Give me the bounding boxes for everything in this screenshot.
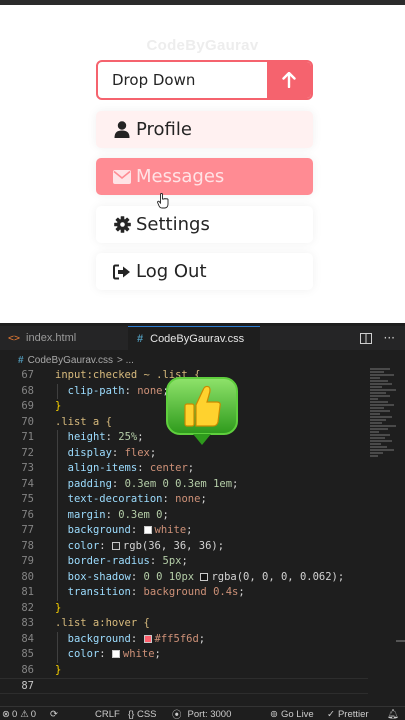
check-double-icon: ✓ [327,708,335,720]
watermark: CodeByGaurav [146,37,259,54]
code-line: 72 display: flex; [0,445,368,461]
broadcast-icon: ⊚ [270,708,278,720]
css-file-icon: # [137,332,144,345]
color-swatch[interactable] [111,541,120,550]
arrow-up-icon [282,72,296,88]
language-mode[interactable]: {} CSS [128,707,157,720]
thumbs-up-icon [166,377,238,445]
user-icon [113,121,131,139]
dropdown-arrow-button[interactable] [267,62,311,98]
tab-codebygaurav-css[interactable]: # CodeByGaurav.css [128,326,260,350]
problems-indicator[interactable]: ⊗ 0 ⚠ 0 [2,707,36,720]
warning-icon: ⚠ [20,708,29,720]
code-line-current: 87 [0,678,368,694]
eol-indicator[interactable]: CRLF [95,707,120,720]
code-line: 79 border-radius: 5px; [0,554,368,570]
port-indicator[interactable]: ⦿ Port: 3000 [172,707,231,720]
tab-actions: ··· [359,326,395,350]
split-editor-icon[interactable] [359,332,372,344]
code-line: 80 box-shadow: 0 0 10px rgba(0, 0, 0, 0.… [0,569,368,585]
menu-item-logout[interactable]: Log Out [96,253,313,290]
code-line: 74 padding: 0.3em 0 0.3em 1em; [0,476,368,492]
breadcrumb: # CodeByGaurav.css > ... [0,352,405,369]
error-icon: ⊗ [2,708,10,720]
tab-index-html[interactable]: <> index.html [0,326,128,350]
menu-item-messages[interactable]: Messages [96,158,313,195]
code-line: 82} [21,601,62,614]
dropdown-label: Drop Down [112,71,196,89]
color-swatch[interactable] [143,634,152,643]
hand-cursor-icon [157,193,169,209]
editor-scrollbar[interactable] [396,640,405,642]
code-line: 77 background: white; [0,523,368,539]
menu-item-settings[interactable]: Settings [96,206,313,243]
code-line: 86} [21,663,62,676]
css-file-icon: # [18,355,24,366]
go-live-button[interactable]: ⊚ Go Live [270,707,314,720]
menu-item-label: Settings [136,214,210,235]
notifications-icon[interactable]: 🔔︎ [387,707,399,720]
code-line: 84 background: #ff5f6d; [0,631,368,647]
tab-label: index.html [26,332,77,344]
prettier-indicator[interactable]: ✓ Prettier [327,707,369,720]
color-swatch[interactable] [200,572,209,581]
code-line: 76 margin: 0.3em 0; [0,507,368,523]
code-line: 85 color: white; [0,647,368,663]
menu-item-label: Log Out [136,261,207,282]
dropdown-toggle[interactable]: Drop Down [96,60,313,100]
status-bar: ⊗ 0 ⚠ 0 ⟳ CRLF {} CSS ⦿ Port: 3000 ⊚ Go Live… [0,706,405,720]
menu-item-label: Messages [136,166,225,187]
menu-item-profile[interactable]: Profile [96,111,313,148]
minimap[interactable] [370,368,402,458]
color-swatch[interactable] [111,650,120,658]
browser-preview: CodeByGaurav Drop Down Profile Messages [0,5,405,323]
code-line: 75 text-decoration: none; [0,492,368,508]
breadcrumb-trail: > ... [116,355,134,366]
code-line: 81 transition: background 0.4s; [0,585,368,601]
html-file-icon: <> [8,332,21,344]
sync-icon[interactable]: ⟳ [50,707,58,720]
editor-tab-bar: <> index.html # CodeByGaurav.css ··· [0,326,405,350]
color-swatch[interactable] [143,526,152,534]
code-line: 73 align-items: center; [0,461,368,477]
radio-icon: ⦿ [172,710,182,720]
gear-icon [113,216,131,234]
menu-item-label: Profile [136,119,192,140]
envelope-icon [113,168,131,186]
code-line: 83 .list a:hover { [21,617,150,629]
more-actions-icon[interactable]: ··· [384,331,395,345]
sign-out-icon [113,263,131,281]
breadcrumb-file[interactable]: CodeByGaurav.css [28,355,113,366]
tab-label: CodeByGaurav.css [150,332,245,345]
code-line: 78 color: rgb(36, 36, 36); [0,538,368,554]
